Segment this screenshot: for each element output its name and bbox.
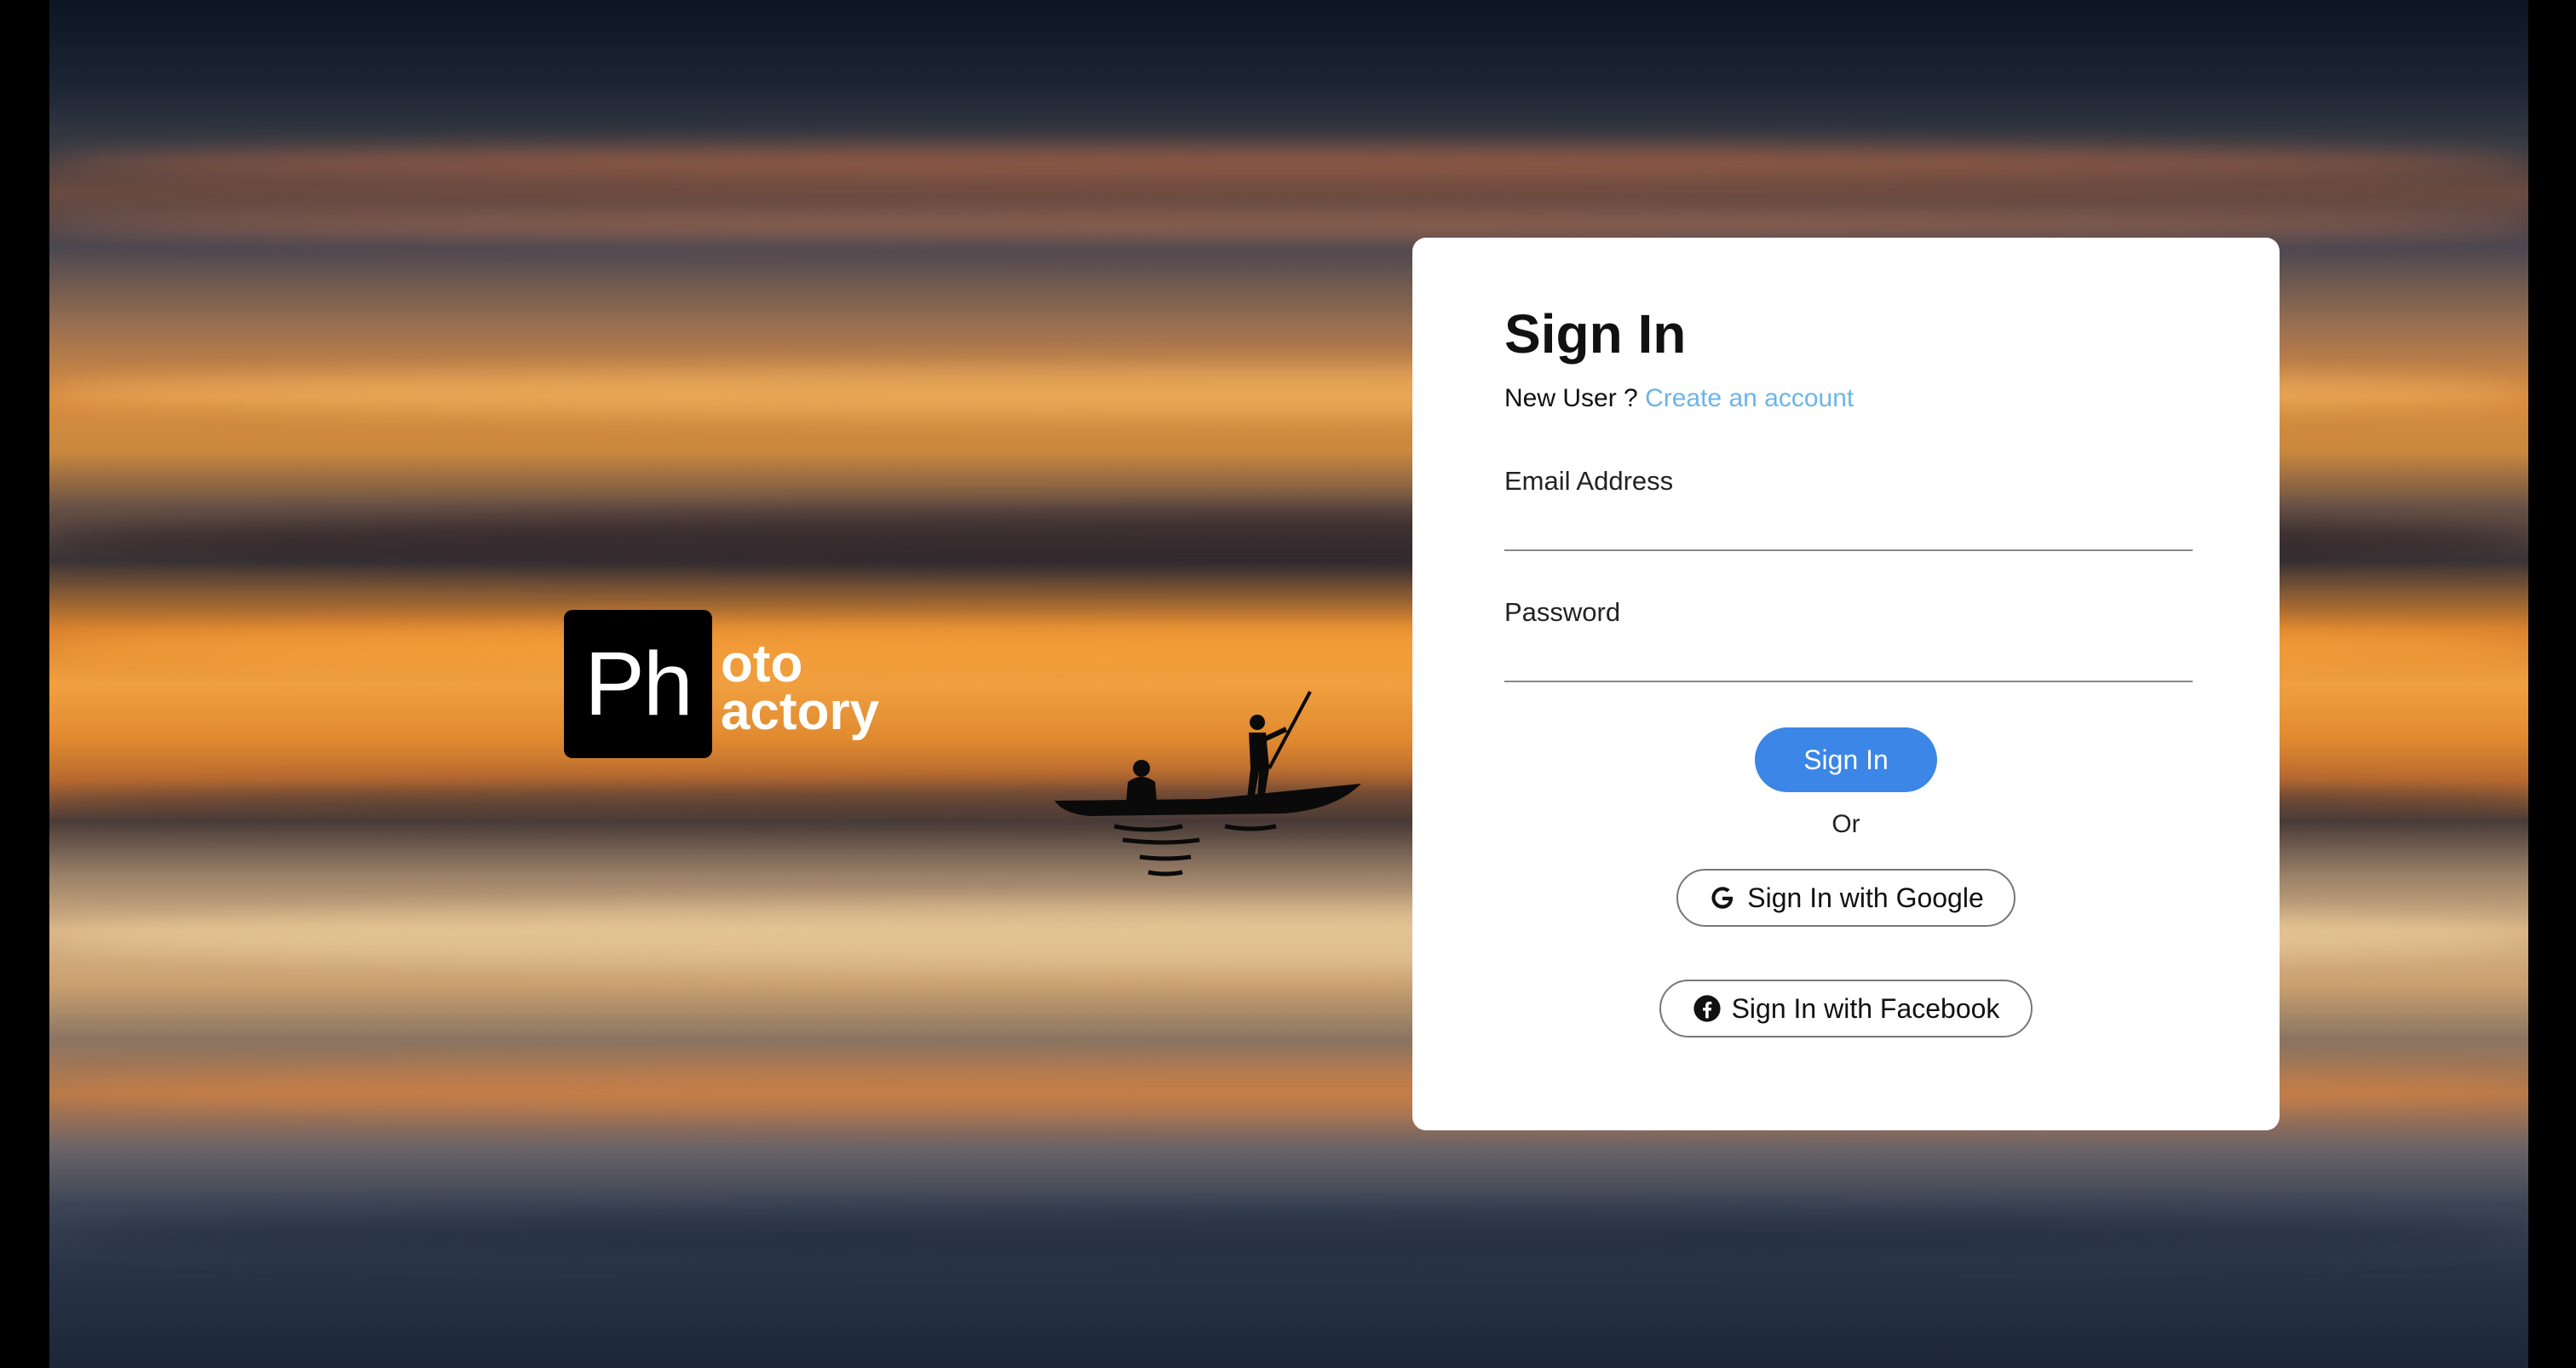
brand-logo: Ph oto actory [564, 610, 879, 758]
email-field[interactable] [1504, 514, 2193, 551]
new-user-row: New User ? Create an account [1504, 384, 1854, 413]
sky-streak [49, 213, 2528, 239]
sky-streak [49, 145, 2528, 179]
google-signin-label: Sign In with Google [1747, 882, 1984, 913]
screen: Ph oto actory Sign In New User ? Create … [0, 0, 2576, 1368]
logo-wordmark: oto actory [721, 635, 880, 741]
signin-title: Sign In [1504, 303, 1687, 365]
water-streak [49, 1210, 2528, 1261]
facebook-signin-label: Sign In with Facebook [1731, 992, 2000, 1024]
logo-line-2: actory [721, 682, 880, 741]
signin-button[interactable]: Sign In [1755, 727, 1937, 792]
facebook-icon [1693, 994, 1722, 1023]
new-user-label: New User ? [1504, 384, 1638, 412]
password-label: Password [1504, 597, 1621, 627]
google-signin-button[interactable]: Sign In with Google [1676, 869, 2015, 927]
facebook-signin-button[interactable]: Sign In with Facebook [1659, 980, 2033, 1037]
google-icon [1708, 883, 1737, 912]
boat-silhouette [1055, 691, 1361, 877]
or-separator: Or [1831, 810, 1860, 838]
logo-line-1: oto [721, 635, 803, 693]
signin-card: Sign In New User ? Create an account Ema… [1412, 238, 2280, 1130]
logo-mark: Ph [564, 610, 712, 758]
password-field[interactable] [1504, 645, 2193, 682]
email-label: Email Address [1504, 466, 1674, 496]
create-account-link[interactable]: Create an account [1645, 384, 1854, 412]
